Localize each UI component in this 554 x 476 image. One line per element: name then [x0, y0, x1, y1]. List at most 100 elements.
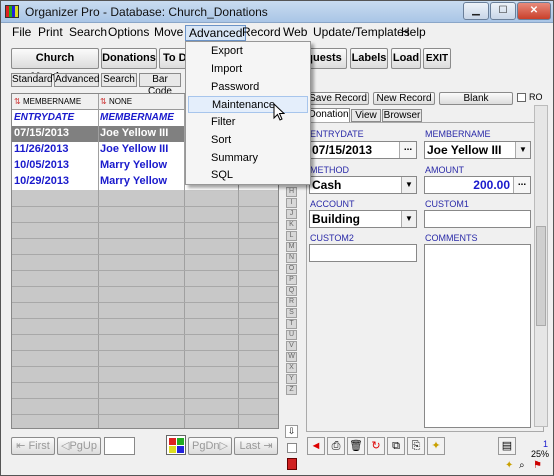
menu-search[interactable]: Search	[66, 25, 110, 41]
close-button[interactable]: ✕	[517, 2, 551, 20]
membername-field[interactable]: Joe Yellow III ▼	[424, 141, 531, 159]
load-button[interactable]: Load	[391, 48, 421, 69]
back-arrow-icon[interactable]: ◄	[307, 437, 325, 455]
alpha-i[interactable]: I	[286, 198, 297, 208]
menu-sort[interactable]: Sort	[188, 132, 308, 149]
menu-import[interactable]: Import	[188, 61, 308, 78]
menu-print[interactable]: Print	[35, 25, 66, 41]
labels-button[interactable]: Labels	[350, 48, 388, 69]
alpha-p[interactable]: P	[286, 275, 297, 285]
alpha-t[interactable]: T	[286, 319, 297, 329]
menu-summary[interactable]: Summary	[188, 150, 308, 167]
chevron-down-icon[interactable]: ▼	[401, 211, 416, 227]
col-membername-header[interactable]: MEMBERNAME	[100, 110, 174, 126]
chevron-down-icon[interactable]: ▼	[515, 142, 530, 158]
menu-export[interactable]: Export	[188, 43, 308, 60]
record-number-field[interactable]	[104, 437, 135, 455]
first-button[interactable]: ⇤ First	[11, 437, 55, 455]
search-icon[interactable]: ⌕	[519, 460, 525, 471]
last-button[interactable]: Last ⇥	[234, 437, 278, 455]
row-entrydate: 10/29/2013	[14, 175, 70, 187]
tab-bar-code[interactable]: Bar Code	[139, 73, 181, 97]
account-field[interactable]: Building ▼	[309, 210, 417, 228]
delete-icon[interactable]: 🗑	[347, 437, 365, 455]
menu-bar: File Print Search Options Move Advanced …	[1, 24, 553, 42]
save-record-button[interactable]: Save Record	[307, 92, 369, 105]
chevron-down-icon[interactable]: ▼	[401, 177, 416, 193]
alpha-w[interactable]: W	[286, 352, 297, 362]
advanced-dropdown-menu: Export Import Password Maintenance Filte…	[185, 41, 311, 185]
paste-record-icon[interactable]: ⎘	[407, 437, 425, 455]
alpha-v[interactable]: V	[286, 341, 297, 351]
menu-options[interactable]: Options	[105, 25, 152, 41]
menu-password[interactable]: Password	[188, 79, 308, 96]
alpha-h[interactable]: H	[286, 187, 297, 197]
tip-icon[interactable]: ✦	[505, 460, 513, 471]
alpha-l[interactable]: L	[286, 231, 297, 241]
entrydate-field[interactable]: 07/15/2013 ...	[309, 141, 417, 159]
check-box[interactable]	[287, 443, 297, 453]
sort-column-1[interactable]: ⇅ MEMBERNAME	[14, 94, 99, 110]
tab-search[interactable]: Search	[101, 73, 137, 87]
maximize-button[interactable]: ☐	[490, 2, 516, 20]
alpha-m[interactable]: M	[286, 242, 297, 252]
church-members-button[interactable]: Church Members	[11, 48, 99, 83]
exit-button[interactable]: EXIT	[423, 48, 451, 69]
flag-icon[interactable]: ⚑	[533, 460, 542, 471]
lightbulb-icon[interactable]: ✦	[427, 437, 445, 455]
custom1-field[interactable]	[424, 210, 531, 228]
tab-browser[interactable]: Browser	[382, 109, 422, 122]
report-icon[interactable]: ▤	[498, 437, 516, 455]
alpha-o[interactable]: O	[286, 264, 297, 274]
comments-field[interactable]	[424, 244, 531, 428]
refresh-icon[interactable]: ↻	[367, 437, 385, 455]
menu-web[interactable]: Web	[280, 25, 310, 41]
alpha-x[interactable]: X	[286, 363, 297, 373]
menu-maintenance[interactable]: Maintenance	[188, 96, 308, 113]
menu-sql[interactable]: SQL	[188, 167, 308, 184]
pgdn-arrow-icon: ▷	[219, 440, 228, 452]
ro-checkbox[interactable]	[517, 93, 526, 102]
bookmark-icon[interactable]	[287, 458, 297, 470]
first-arrow-icon: ⇤	[16, 440, 26, 452]
new-record-button[interactable]: New Record	[373, 92, 435, 105]
amount-field[interactable]: 200.00 ...	[424, 176, 531, 194]
alpha-j[interactable]: J	[286, 209, 297, 219]
alpha-n[interactable]: N	[286, 253, 297, 263]
tab-donation[interactable]: Donation	[307, 108, 350, 123]
menu-advanced[interactable]: Advanced	[185, 25, 247, 41]
print-icon[interactable]: ⎙	[327, 437, 345, 455]
alpha-u[interactable]: U	[286, 330, 297, 340]
alpha-k[interactable]: K	[286, 220, 297, 230]
tab-advanced[interactable]: Advanced	[54, 73, 99, 87]
calculator-button[interactable]: ...	[513, 177, 530, 193]
menu-help[interactable]: Help	[398, 25, 429, 41]
sort-column-2[interactable]: ⇅ NONE	[100, 94, 185, 110]
alpha-s[interactable]: S	[286, 308, 297, 318]
scrollbar[interactable]	[534, 105, 548, 427]
arrow-down-icon[interactable]: ⇩	[285, 425, 298, 438]
custom2-field[interactable]	[309, 244, 417, 262]
copy-record-icon[interactable]: ⧉	[387, 437, 405, 455]
tab-standard[interactable]: Standard	[11, 73, 53, 87]
tab-view[interactable]: View	[351, 109, 381, 122]
alpha-y[interactable]: Y	[286, 374, 297, 384]
blank-button[interactable]: Blank	[439, 92, 513, 105]
pgup-button[interactable]: ◁PgUp	[57, 437, 101, 455]
donations-button[interactable]: Donations	[101, 48, 157, 69]
method-field[interactable]: Cash ▼	[309, 176, 417, 194]
minimize-button[interactable]: ▁	[463, 2, 489, 20]
alpha-q[interactable]: Q	[286, 286, 297, 296]
scrollbar-thumb[interactable]	[536, 226, 546, 326]
date-picker-button[interactable]: ...	[399, 142, 416, 158]
color-grid-icon[interactable]	[166, 435, 186, 455]
alpha-z[interactable]: Z	[286, 385, 297, 395]
last-label: Last	[239, 440, 261, 452]
pgdn-button[interactable]: PgDn▷	[188, 437, 232, 455]
menu-move[interactable]: Move	[151, 25, 186, 41]
alpha-r[interactable]: R	[286, 297, 297, 307]
col-entrydate-header[interactable]: ENTRYDATE	[14, 110, 75, 126]
menu-record[interactable]: Record	[239, 25, 284, 41]
menu-file[interactable]: File	[9, 25, 34, 41]
menu-filter[interactable]: Filter	[188, 114, 308, 131]
